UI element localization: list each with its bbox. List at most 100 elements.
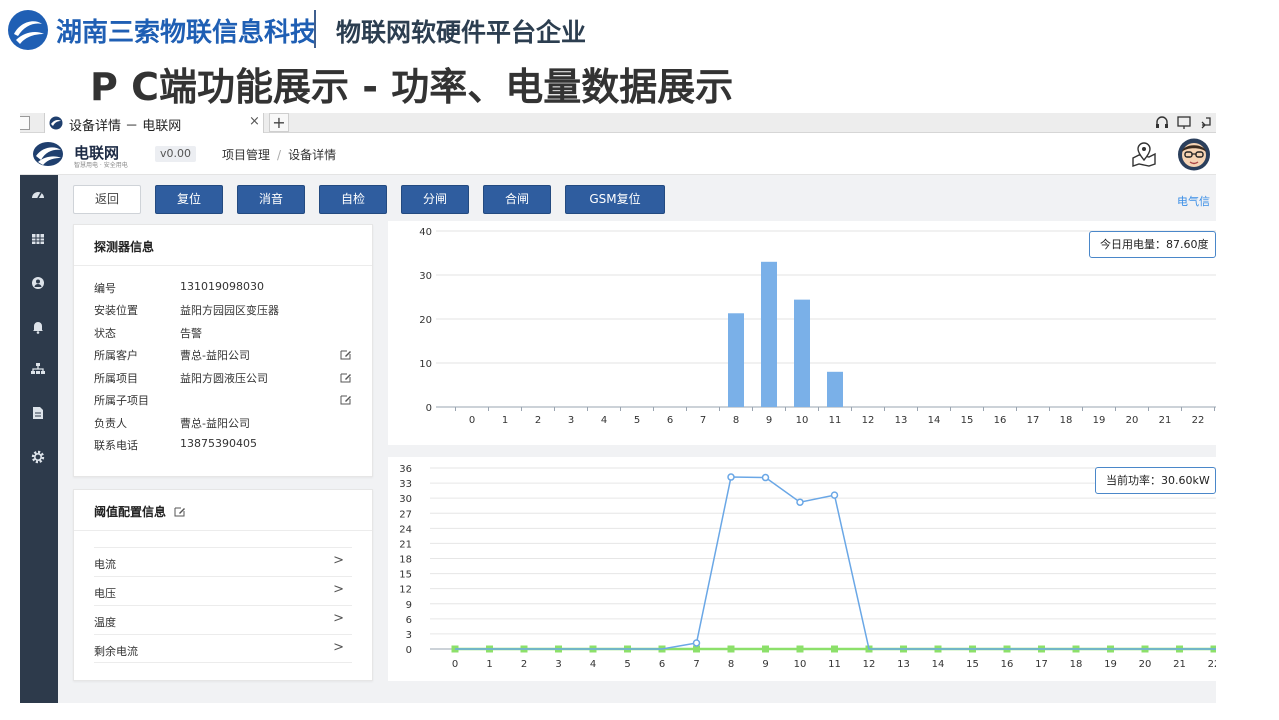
- y-tick-label: 9: [406, 600, 412, 611]
- data-point: [796, 645, 804, 653]
- x-tick-label: 13: [895, 415, 908, 426]
- threshold-item-residual-current[interactable]: 剩余电流 >: [94, 634, 352, 663]
- edit-threshold-icon[interactable]: [174, 506, 186, 517]
- x-tick-label: 0: [452, 659, 458, 670]
- threshold-item-label: 剩余电流: [94, 645, 138, 658]
- detector-info-card: 探测器信息 编号 131019098030 安装位置 益阳方园园区变压器 状态 …: [73, 224, 373, 477]
- threshold-item-temperature[interactable]: 温度 >: [94, 605, 352, 634]
- tab-title: 设备详情 － 电联网: [69, 119, 182, 134]
- field-label: 安装位置: [94, 304, 138, 317]
- field-label: 联系电话: [94, 439, 138, 452]
- threshold-title-text: 阈值配置信息: [94, 505, 167, 519]
- bar: [728, 313, 744, 407]
- self-check-button[interactable]: 自检: [319, 185, 387, 214]
- open-switch-button[interactable]: 分闸: [401, 185, 469, 214]
- browser-tab[interactable]: 设备详情 － 电联网 ×: [44, 113, 264, 134]
- x-tick-label: 22: [1208, 659, 1216, 670]
- x-tick-label: 4: [590, 659, 596, 670]
- x-tick-label: 9: [766, 415, 772, 426]
- x-tick-label: 17: [1035, 659, 1048, 670]
- threshold-item-label: 电流: [94, 558, 116, 571]
- breadcrumb-project[interactable]: 项目管理: [222, 148, 270, 162]
- chevron-right-icon: >: [333, 582, 344, 597]
- company-logo-icon: [8, 10, 48, 50]
- document-icon[interactable]: [30, 405, 46, 421]
- x-tick-label: 10: [794, 659, 807, 670]
- threshold-item-label: 温度: [94, 616, 116, 629]
- x-tick-label: 14: [932, 659, 945, 670]
- y-tick-label: 30: [419, 271, 432, 282]
- data-point: [761, 473, 770, 482]
- gsm-reset-button[interactable]: GSM复位: [565, 185, 665, 214]
- x-tick-label: 5: [634, 415, 640, 426]
- tab-overflow-icon[interactable]: [20, 116, 30, 130]
- edit-subproject-icon[interactable]: [340, 394, 352, 405]
- table-grid-icon[interactable]: [30, 231, 46, 247]
- window-controls-icon[interactable]: [1154, 114, 1214, 134]
- x-tick-label: 13: [897, 659, 910, 670]
- dashboard-icon[interactable]: [30, 187, 46, 203]
- x-tick-label: 12: [862, 415, 875, 426]
- data-point: [830, 491, 839, 499]
- power-tooltip: 当前功率：30.60kW: [1095, 467, 1216, 494]
- header-divider: [314, 10, 316, 48]
- threshold-item-current[interactable]: 电流 >: [94, 547, 352, 576]
- device-id-value: 131019098030: [180, 280, 264, 293]
- reset-button[interactable]: 复位: [155, 185, 223, 214]
- x-tick-label: 21: [1173, 659, 1186, 670]
- user-avatar[interactable]: [1176, 138, 1212, 171]
- x-tick-label: 1: [486, 659, 492, 670]
- app-subtitle: 智慧用电 · 安全用电: [74, 162, 128, 169]
- tab-close-icon[interactable]: ×: [249, 114, 260, 129]
- x-tick-label: 1: [502, 415, 508, 426]
- network-icon[interactable]: [30, 361, 46, 377]
- settings-gear-icon[interactable]: [30, 449, 46, 465]
- bell-icon[interactable]: [30, 319, 46, 335]
- x-tick-label: 14: [928, 415, 941, 426]
- x-tick-label: 6: [659, 659, 665, 670]
- y-tick-label: 0: [426, 403, 432, 414]
- x-tick-label: 19: [1093, 415, 1106, 426]
- breadcrumb-separator: /: [277, 148, 282, 162]
- slide-title: P C端功能展示 - 功率、电量数据展示: [90, 65, 734, 109]
- threshold-item-label: 电压: [94, 587, 116, 600]
- company-tagline: 物联网软硬件平台企业: [336, 18, 587, 47]
- y-tick-label: 6: [406, 615, 412, 626]
- x-tick-label: 0: [469, 415, 475, 426]
- x-tick-label: 2: [521, 659, 527, 670]
- close-switch-button[interactable]: 合闸: [483, 185, 551, 214]
- x-tick-label: 21: [1159, 415, 1172, 426]
- power-line-chart: 03691215182124273033360 1 2 3 4 5 6 7 8 9 10 11 12 13…: [399, 464, 1216, 670]
- card-divider: [74, 530, 372, 531]
- x-tick-label: 17: [1027, 415, 1040, 426]
- bar: [794, 299, 810, 407]
- data-point: [831, 645, 838, 653]
- x-tick-label: 11: [828, 659, 841, 670]
- map-location-icon[interactable]: [1130, 141, 1158, 167]
- energy-chart-panel: 0 10 20 30 40 0 1 2 3 4 5 6 7 8 9 10 11 12 13 14 15 16 17 18 19 2…: [388, 221, 1216, 445]
- company-name: 湖南三索物联信息科技: [56, 18, 317, 48]
- y-tick-label: 30: [399, 494, 412, 505]
- edit-customer-icon[interactable]: [340, 349, 352, 360]
- new-tab-button[interactable]: +: [269, 113, 289, 132]
- x-tick-label: 10: [796, 415, 809, 426]
- y-tick-label: 40: [419, 227, 432, 238]
- back-button[interactable]: 返回: [73, 185, 141, 214]
- owner-value: 曹总-益阳公司: [180, 417, 250, 430]
- x-tick-label: 9: [762, 659, 768, 670]
- chevron-right-icon: >: [333, 553, 344, 568]
- x-tick-label: 3: [555, 659, 561, 670]
- threshold-title: 阈值配置信息: [94, 503, 186, 520]
- mute-button[interactable]: 消音: [237, 185, 305, 214]
- status-value: 告警: [180, 327, 202, 340]
- x-tick-label: 20: [1139, 659, 1152, 670]
- y-tick-label: 20: [419, 315, 432, 326]
- data-point: [727, 473, 735, 481]
- data-point: [727, 645, 735, 653]
- field-label: 状态: [94, 327, 116, 340]
- threshold-item-voltage[interactable]: 电压 >: [94, 576, 352, 605]
- edit-project-icon[interactable]: [340, 372, 352, 383]
- project-value: 益阳方圆液压公司: [180, 372, 268, 385]
- electrical-info-link[interactable]: 电气信: [1177, 193, 1210, 209]
- user-icon[interactable]: [30, 275, 46, 291]
